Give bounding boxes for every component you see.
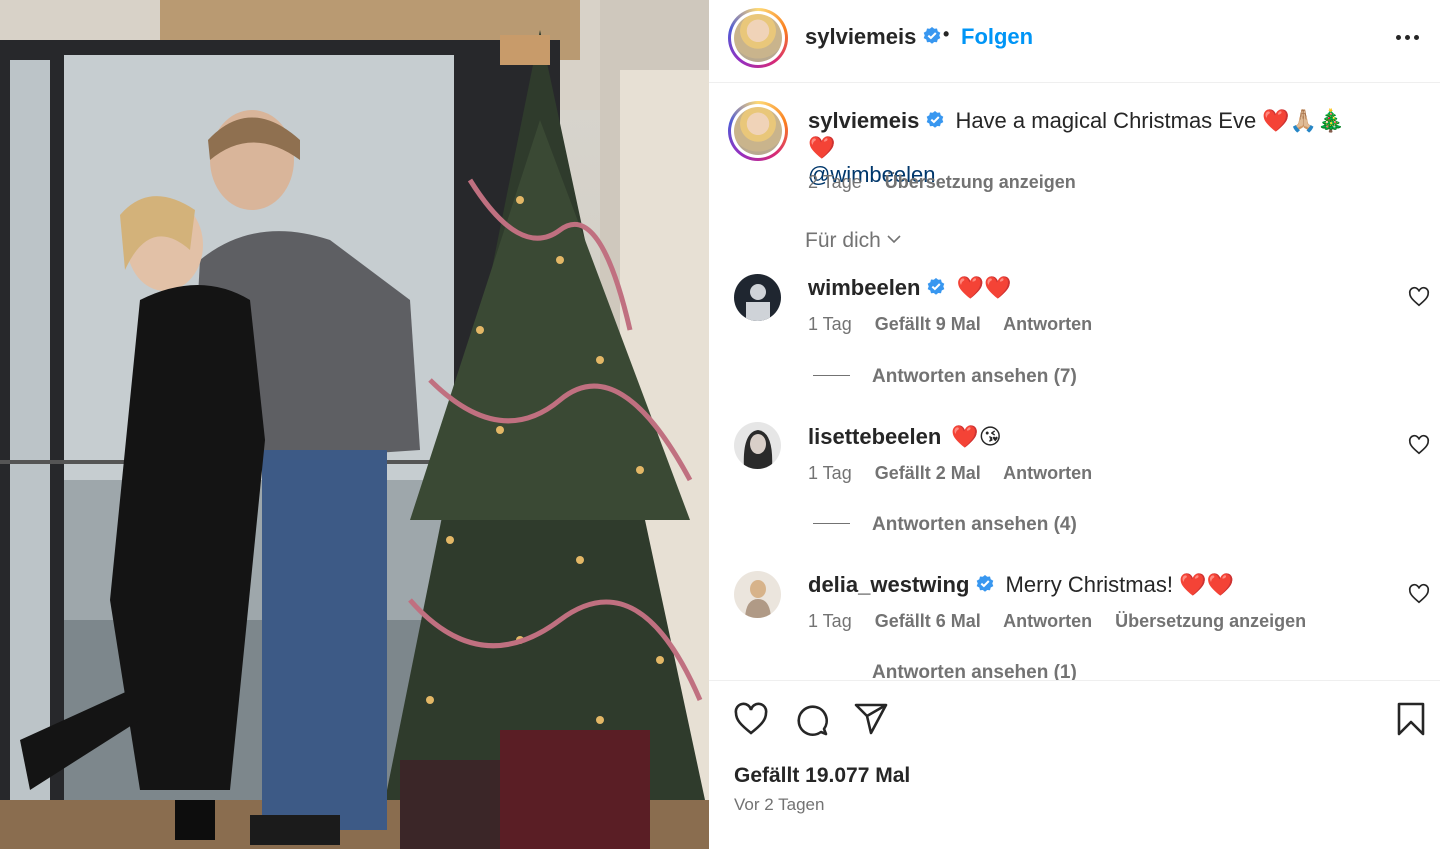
post-header: sylviemeis • Folgen [709, 0, 1440, 83]
comment-username[interactable]: delia_westwing [808, 572, 969, 597]
view-replies-button[interactable]: Antworten ansehen (4) [813, 514, 1077, 536]
comments-scroll-area[interactable]: sylviemeis Have a magical Christmas Eve … [709, 83, 1440, 680]
more-icon[interactable] [1396, 28, 1420, 46]
author-username[interactable]: sylviemeis [805, 24, 942, 50]
heart-icon[interactable] [1408, 434, 1430, 456]
photo-illustration [0, 0, 709, 849]
reply-button[interactable]: Antworten [1003, 314, 1092, 334]
heart-icon[interactable] [1408, 286, 1430, 308]
comment-text: Merry Christmas! ❤️❤️ [1005, 572, 1234, 597]
likes-count[interactable]: Gefällt 19.077 Mal [734, 764, 910, 788]
verified-icon [924, 27, 941, 44]
bookmark-icon[interactable] [1393, 701, 1429, 737]
view-replies-button[interactable]: Antworten ansehen (1) [813, 662, 1077, 680]
comment-age[interactable]: 1 Tag [808, 611, 852, 631]
heart-icon[interactable] [733, 701, 769, 737]
view-replies-label: Antworten ansehen (4) [872, 514, 1077, 535]
post-timestamp[interactable]: Vor 2 Tagen [734, 795, 824, 815]
comment-filter-label: Für dich [805, 229, 881, 252]
comment-username[interactable]: lisettebeelen [808, 424, 941, 449]
comment-avatar[interactable] [734, 274, 781, 321]
view-replies-label: Antworten ansehen (1) [872, 662, 1077, 680]
comment-age[interactable]: 1 Tag [808, 314, 852, 334]
caption-avatar[interactable] [728, 101, 788, 161]
comment-meta: 1 Tag Gefällt 2 Mal Antworten [808, 463, 1110, 484]
post-photo[interactable] [0, 0, 709, 849]
post-details-panel: sylviemeis • Folgen sylviemeis Have a ma… [709, 0, 1440, 849]
comment-meta: 1 Tag Gefällt 6 Mal Antworten Übersetzun… [808, 611, 1324, 632]
comment-text: ❤️❤️ [956, 275, 1012, 300]
comment-meta: 1 Tag Gefällt 9 Mal Antworten [808, 314, 1110, 335]
caption-username[interactable]: sylviemeis [808, 108, 919, 133]
heart-icon[interactable] [1408, 583, 1430, 605]
comment-username[interactable]: wimbeelen [808, 275, 920, 300]
comment-likes[interactable]: Gefällt 2 Mal [875, 463, 981, 483]
post-actions: Gefällt 19.077 Mal Vor 2 Tagen [709, 680, 1440, 849]
reply-button[interactable]: Antworten [1003, 463, 1092, 483]
follow-button[interactable]: Folgen [961, 24, 1033, 50]
comment-body: delia_westwing Merry Christmas! ❤️❤️ [808, 572, 1234, 598]
comment-translate-button[interactable]: Übersetzung anzeigen [1115, 611, 1306, 631]
comment-likes[interactable]: Gefällt 9 Mal [875, 314, 981, 334]
caption-meta: 2 Tage Übersetzung anzeigen [808, 172, 1094, 193]
comment-text: ❤️😘 [951, 424, 1002, 449]
verified-icon [927, 111, 944, 128]
share-icon[interactable] [853, 701, 889, 737]
author-avatar[interactable] [728, 8, 788, 68]
comment-body: wimbeelen ❤️❤️ [808, 275, 1011, 301]
view-replies-button[interactable]: Antworten ansehen (7) [813, 366, 1077, 388]
chevron-down-icon [887, 235, 901, 244]
comment-avatar[interactable] [734, 422, 781, 469]
verified-icon [928, 278, 945, 295]
comment-avatar[interactable] [734, 571, 781, 618]
verified-icon [977, 575, 994, 592]
caption-translate-button[interactable]: Übersetzung anzeigen [885, 172, 1076, 192]
comment-age[interactable]: 1 Tag [808, 463, 852, 483]
author-username-text[interactable]: sylviemeis [805, 24, 916, 49]
separator-dot: • [943, 24, 950, 44]
comment-body: lisettebeelen ❤️😘 [808, 424, 1002, 450]
comment-filter-dropdown[interactable]: Für dich [805, 229, 901, 253]
comment-icon[interactable] [793, 701, 829, 737]
view-replies-label: Antworten ansehen (7) [872, 366, 1077, 387]
caption-age[interactable]: 2 Tage [808, 172, 862, 192]
reply-button[interactable]: Antworten [1003, 611, 1092, 631]
comment-likes[interactable]: Gefällt 6 Mal [875, 611, 981, 631]
